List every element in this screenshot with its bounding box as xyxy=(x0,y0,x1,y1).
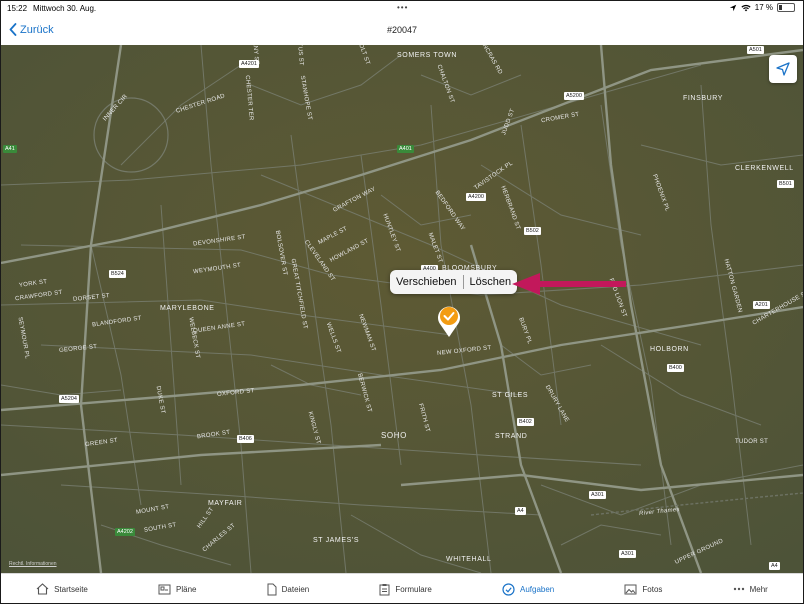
road-badge: A301 xyxy=(619,550,636,558)
road-badge: A501 xyxy=(747,46,764,54)
tab-label: Dateien xyxy=(281,584,310,594)
tab-startseite[interactable]: Startseite xyxy=(36,583,88,595)
road-badge: B406 xyxy=(237,435,254,443)
road-badge: A4202 xyxy=(115,528,135,536)
road-badge: A5200 xyxy=(564,92,584,100)
status-date: Mittwoch 30. Aug. xyxy=(33,4,97,13)
area-label-mayfair: MAYFAIR xyxy=(208,500,243,507)
road-badge: A5204 xyxy=(59,395,79,403)
map-view[interactable]: SOMERS TOWN FINSBURY CLERKENWELL BLOOMSB… xyxy=(1,45,803,573)
road-badge: B502 xyxy=(524,227,541,235)
home-icon xyxy=(36,583,49,595)
area-label-finsbury: FINSBURY xyxy=(683,95,724,102)
map-streets xyxy=(1,45,803,573)
area-label-marylebone: MARYLEBONE xyxy=(160,305,215,312)
road-badge: B501 xyxy=(777,180,794,188)
photo-icon xyxy=(624,584,637,594)
tab-dateien[interactable]: Dateien xyxy=(267,583,310,596)
road-badge: A4200 xyxy=(466,193,486,201)
legal-info-link[interactable]: Rechtl. Informationen xyxy=(9,561,57,567)
status-time: 15:22 xyxy=(7,4,28,13)
tab-label: Startseite xyxy=(54,584,88,594)
tab-label: Aufgaben xyxy=(520,584,555,594)
area-label-soho: SOHO xyxy=(381,431,407,440)
plans-icon xyxy=(158,584,171,594)
page-title: #20047 xyxy=(386,25,418,35)
status-indicators: 17 % xyxy=(729,3,795,12)
multitask-dots[interactable]: ••• xyxy=(397,3,408,12)
tab-label: Pläne xyxy=(176,584,197,594)
navigation-bar: Zurück #20047 xyxy=(1,17,803,46)
area-label-strand: STRAND xyxy=(495,433,528,440)
more-icon xyxy=(733,587,744,591)
status-bar: 15:22 Mittwoch 30. Aug. ••• 17 % xyxy=(1,1,803,17)
battery-percent: 17 % xyxy=(754,3,773,12)
annotation-arrow-icon xyxy=(512,273,626,295)
area-label-clerkenwell: CLERKENWELL xyxy=(735,165,794,172)
area-label-st-giles: ST GILES xyxy=(492,392,529,399)
tab-label: Formulare xyxy=(395,584,432,594)
road-badge: A401 xyxy=(397,145,414,153)
tab-bar: Startseite Pläne Dateien Formulare Aufga… xyxy=(1,573,803,603)
tab-plaene[interactable]: Pläne xyxy=(158,584,197,595)
pin-context-menu: Verschieben Löschen xyxy=(390,270,518,294)
locate-me-button[interactable] xyxy=(769,55,797,83)
road-badge: B524 xyxy=(109,270,126,278)
location-arrow-icon xyxy=(729,4,736,11)
road-badge: A41 xyxy=(3,145,17,153)
area-label-whitehall: WHITEHALL xyxy=(446,556,492,563)
task-pin-icon[interactable] xyxy=(436,304,462,338)
file-icon xyxy=(267,583,277,595)
tab-formulare[interactable]: Formulare xyxy=(379,583,432,596)
move-pin-button[interactable]: Verschieben xyxy=(390,276,463,288)
road-badge: A301 xyxy=(589,491,606,499)
tab-label: Mehr xyxy=(749,584,768,594)
clipboard-icon xyxy=(379,583,390,595)
location-arrow-icon xyxy=(776,62,790,76)
road-badge: B400 xyxy=(667,364,684,372)
road-badge: A4201 xyxy=(239,60,259,68)
area-label-somers-town: SOMERS TOWN xyxy=(397,52,458,59)
tab-mehr[interactable]: Mehr xyxy=(733,585,768,594)
road-badge: A201 xyxy=(753,301,770,309)
street-label: TUDOR ST xyxy=(735,439,769,445)
tab-aufgaben[interactable]: Aufgaben xyxy=(502,582,555,596)
tab-fotos[interactable]: Fotos xyxy=(624,584,662,595)
wifi-icon xyxy=(741,4,751,11)
check-circle-icon xyxy=(502,582,515,596)
road-badge: A4 xyxy=(769,562,780,570)
road-badge: B402 xyxy=(517,418,534,426)
area-label-holborn: HOLBORN xyxy=(650,346,689,353)
battery-icon xyxy=(777,3,795,12)
area-label-st-james: ST JAMES'S xyxy=(313,537,360,544)
road-badge: A4 xyxy=(515,507,526,515)
tab-label: Fotos xyxy=(642,584,663,594)
